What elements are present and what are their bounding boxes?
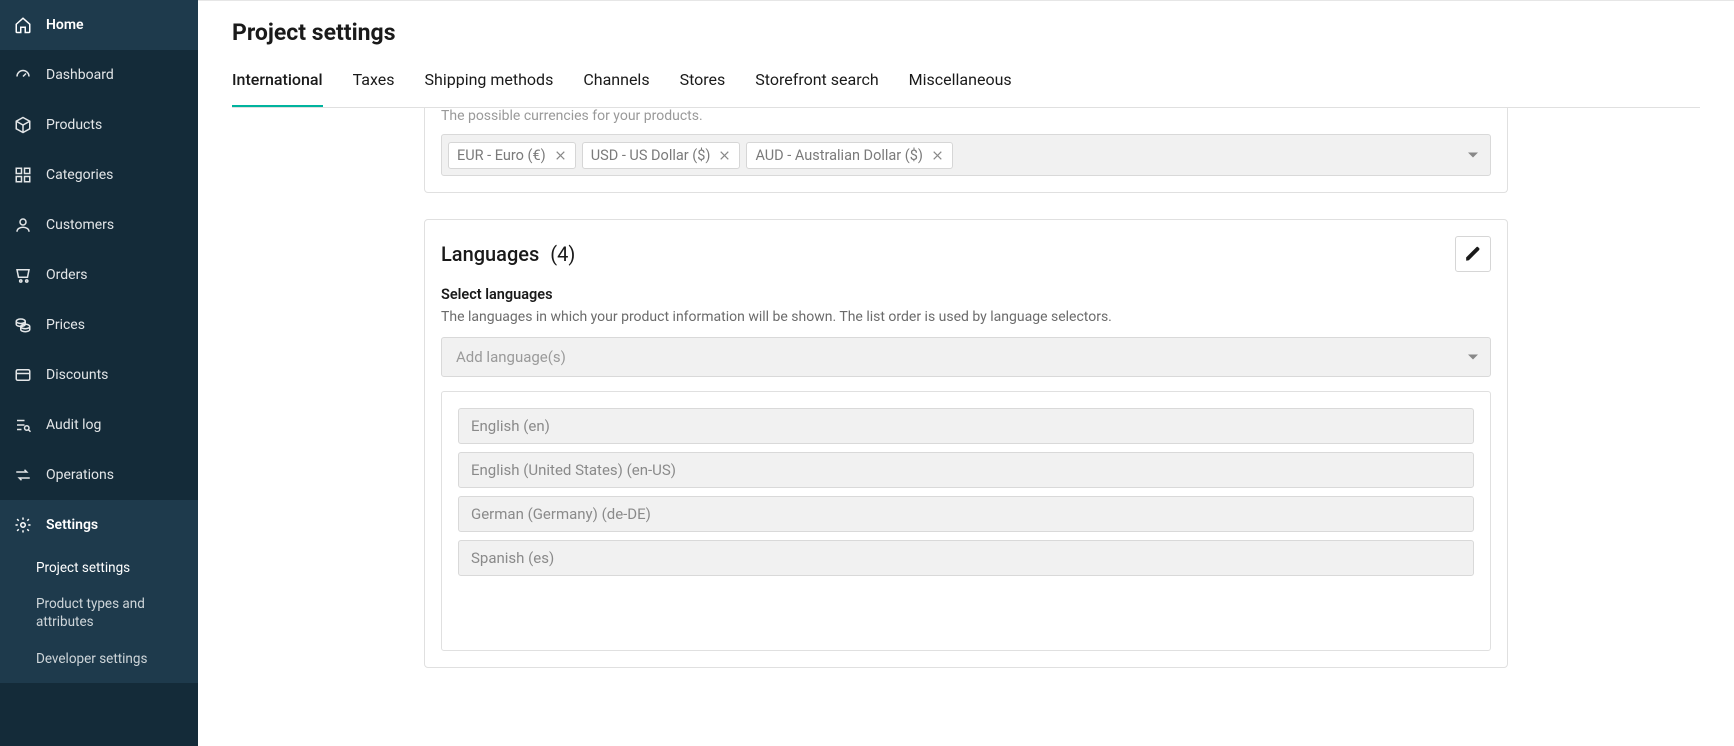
tab-taxes[interactable]: Taxes: [353, 70, 395, 107]
add-language-placeholder: Add language(s): [456, 348, 566, 366]
tab-storefront-search[interactable]: Storefront search: [755, 70, 878, 107]
currency-chip: AUD - Australian Dollar ($): [746, 142, 953, 169]
sidebar-item-label: Home: [46, 17, 84, 33]
language-row[interactable]: English (en): [458, 408, 1474, 444]
edit-button[interactable]: [1455, 236, 1491, 272]
close-icon[interactable]: [718, 149, 731, 162]
sidebar: Home Dashboard Products Categories Custo…: [0, 0, 198, 746]
sidebar-item-discounts[interactable]: Discounts: [0, 350, 198, 400]
tab-stores[interactable]: Stores: [680, 70, 726, 107]
languages-count: (4): [550, 242, 575, 266]
close-icon[interactable]: [931, 149, 944, 162]
coins-icon: [14, 316, 32, 334]
languages-list: English (en) English (United States) (en…: [441, 391, 1491, 651]
arrows-icon: [14, 466, 32, 484]
currencies-card: The possible currencies for your product…: [424, 108, 1508, 193]
currencies-select[interactable]: EUR - Euro (€) USD - US Dollar ($) AUD -…: [441, 134, 1491, 176]
languages-card-head: Languages (4): [441, 236, 1491, 272]
tab-international[interactable]: International: [232, 70, 323, 107]
sidebar-item-audit[interactable]: Audit log: [0, 400, 198, 450]
chip-label: AUD - Australian Dollar ($): [755, 147, 923, 164]
sidebar-sub-project-settings[interactable]: Project settings: [0, 550, 198, 586]
chip-label: USD - US Dollar ($): [591, 147, 711, 164]
sidebar-item-products[interactable]: Products: [0, 100, 198, 150]
languages-title-text: Languages: [441, 242, 539, 266]
close-icon[interactable]: [554, 149, 567, 162]
languages-title: Languages (4): [441, 242, 575, 266]
currency-chip: USD - US Dollar ($): [582, 142, 741, 169]
package-icon: [14, 116, 32, 134]
sidebar-item-customers[interactable]: Customers: [0, 200, 198, 250]
languages-card: Languages (4) Select languages The langu…: [424, 219, 1508, 668]
content-scroll[interactable]: The possible currencies for your product…: [198, 108, 1734, 746]
chevron-down-icon[interactable]: [1468, 355, 1478, 360]
main-area: Project settings International Taxes Shi…: [198, 0, 1734, 746]
sidebar-item-label: Audit log: [46, 417, 101, 433]
gear-icon: [14, 516, 32, 534]
sidebar-item-dashboard[interactable]: Dashboard: [0, 50, 198, 100]
tabs: International Taxes Shipping methods Cha…: [232, 70, 1700, 108]
sidebar-item-label: Operations: [46, 467, 114, 483]
card-icon: [14, 366, 32, 384]
sidebar-item-categories[interactable]: Categories: [0, 150, 198, 200]
gauge-icon: [14, 66, 32, 84]
sidebar-item-label: Products: [46, 117, 102, 133]
page-header: Project settings International Taxes Shi…: [198, 1, 1734, 108]
tab-shipping[interactable]: Shipping methods: [425, 70, 554, 107]
sidebar-item-settings[interactable]: Settings: [0, 500, 198, 550]
sidebar-item-operations[interactable]: Operations: [0, 450, 198, 500]
chevron-down-icon[interactable]: [1468, 153, 1478, 158]
languages-desc: The languages in which your product info…: [441, 309, 1491, 325]
sidebar-item-orders[interactable]: Orders: [0, 250, 198, 300]
language-row[interactable]: Spanish (es): [458, 540, 1474, 576]
currency-chip: EUR - Euro (€): [448, 142, 576, 169]
languages-label: Select languages: [441, 286, 1491, 303]
sidebar-item-label: Orders: [46, 267, 88, 283]
page-title: Project settings: [232, 19, 1700, 46]
language-row[interactable]: English (United States) (en-US): [458, 452, 1474, 488]
search-list-icon: [14, 416, 32, 434]
sidebar-item-label: Prices: [46, 317, 85, 333]
sidebar-item-label: Settings: [46, 517, 98, 533]
language-row[interactable]: German (Germany) (de-DE): [458, 496, 1474, 532]
sidebar-item-label: Categories: [46, 167, 113, 183]
sidebar-item-prices[interactable]: Prices: [0, 300, 198, 350]
sidebar-sub-developer-settings[interactable]: Developer settings: [0, 641, 198, 677]
user-icon: [14, 216, 32, 234]
sidebar-item-label: Discounts: [46, 367, 108, 383]
grid-icon: [14, 166, 32, 184]
home-icon: [14, 16, 32, 34]
sidebar-sub-product-types[interactable]: Product types and attributes: [0, 586, 198, 640]
sidebar-item-label: Dashboard: [46, 67, 114, 83]
currencies-helper: The possible currencies for your product…: [441, 108, 1491, 124]
tab-misc[interactable]: Miscellaneous: [909, 70, 1012, 107]
pencil-icon: [1464, 245, 1482, 263]
sidebar-settings-submenu: Project settings Product types and attri…: [0, 550, 198, 683]
sidebar-item-label: Customers: [46, 217, 114, 233]
cart-icon: [14, 266, 32, 284]
add-language-select[interactable]: Add language(s): [441, 337, 1491, 377]
content: The possible currencies for your product…: [424, 108, 1508, 708]
tab-channels[interactable]: Channels: [583, 70, 649, 107]
chip-label: EUR - Euro (€): [457, 147, 546, 164]
sidebar-item-home[interactable]: Home: [0, 0, 198, 50]
